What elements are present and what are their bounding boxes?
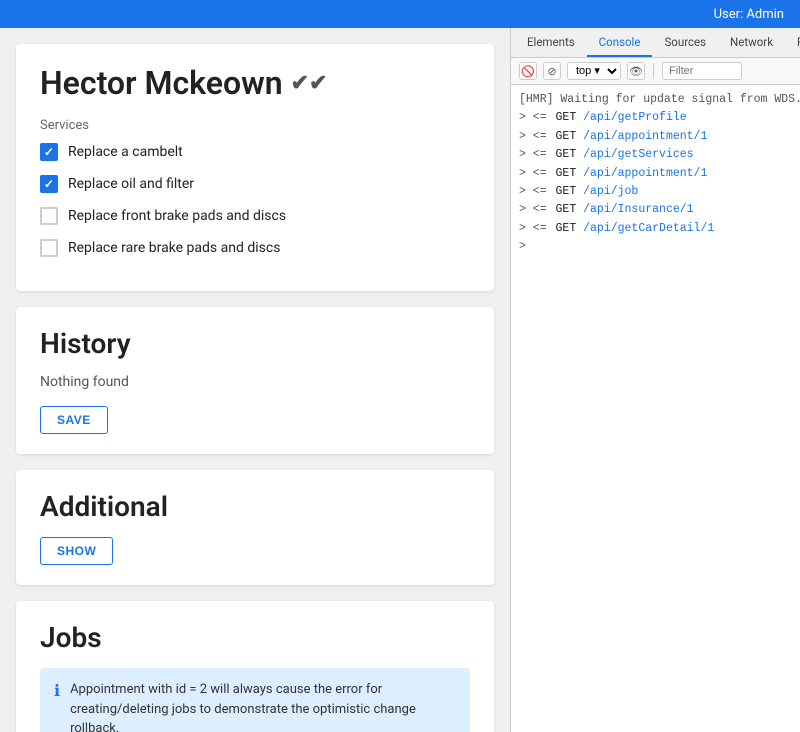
method-5: GET bbox=[556, 185, 584, 198]
context-select[interactable]: top ▾ bbox=[567, 62, 621, 80]
info-icon: ℹ bbox=[54, 681, 60, 700]
stop-icon[interactable]: ⊘ bbox=[543, 62, 561, 80]
arrow-7: > <= bbox=[519, 222, 554, 235]
checkbox-4[interactable] bbox=[40, 239, 58, 257]
method-7: GET bbox=[556, 222, 584, 235]
devtools-tabs: Elements Console Sources Network Perfor bbox=[511, 28, 800, 58]
jobs-title: Jobs bbox=[40, 621, 470, 654]
additional-title: Additional bbox=[40, 490, 470, 523]
checkbox-item-4[interactable]: Replace rare brake pads and discs bbox=[40, 239, 470, 257]
arrow-4: > <= bbox=[519, 167, 554, 180]
console-line-4: > <= GET /api/appointment/1 bbox=[519, 165, 792, 183]
console-line-7: > <= GET /api/getCarDetail/1 bbox=[519, 220, 792, 238]
tab-elements-label: Elements bbox=[527, 35, 575, 49]
arrow-6: > <= bbox=[519, 203, 554, 216]
hmr-text: [HMR] Waiting for update signal from WDS… bbox=[519, 93, 800, 106]
console-line-3: > <= GET /api/getServices bbox=[519, 146, 792, 164]
arrow-5: > <= bbox=[519, 185, 554, 198]
url-2: /api/appointment/1 bbox=[583, 130, 707, 143]
tab-elements[interactable]: Elements bbox=[515, 28, 587, 57]
checkbox-label-2: Replace oil and filter bbox=[68, 176, 194, 192]
clear-console-icon[interactable]: 🚫 bbox=[519, 62, 537, 80]
services-card-title: Hector Mckeown ✔✔ bbox=[40, 64, 470, 102]
console-line-6: > <= GET /api/Insurance/1 bbox=[519, 201, 792, 219]
console-prompt-line: > bbox=[519, 238, 792, 256]
save-button[interactable]: SAVE bbox=[40, 406, 108, 434]
url-3: /api/getServices bbox=[583, 148, 693, 161]
additional-card: Additional SHOW bbox=[16, 470, 494, 585]
top-bar: User: Admin bbox=[0, 0, 800, 28]
devtools-panel: Elements Console Sources Network Perfor … bbox=[510, 28, 800, 732]
tab-performance[interactable]: Perfor bbox=[785, 28, 800, 57]
console-line-2: > <= GET /api/appointment/1 bbox=[519, 128, 792, 146]
user-label: User: Admin bbox=[714, 7, 784, 22]
console-line-5: > <= GET /api/job bbox=[519, 183, 792, 201]
checkbox-item-1[interactable]: Replace a cambelt bbox=[40, 143, 470, 161]
url-7: /api/getCarDetail/1 bbox=[583, 222, 714, 235]
devtools-toolbar: 🚫 ⊘ top ▾ 👁 bbox=[511, 58, 800, 85]
method-4: GET bbox=[556, 167, 584, 180]
checkbox-item-3[interactable]: Replace front brake pads and discs bbox=[40, 207, 470, 225]
toolbar-separator bbox=[653, 63, 654, 79]
checkbox-3[interactable] bbox=[40, 207, 58, 225]
services-section-label: Services bbox=[40, 118, 470, 133]
url-6: /api/Insurance/1 bbox=[583, 203, 693, 216]
history-title: History bbox=[40, 327, 470, 360]
tab-console-label: Console bbox=[599, 35, 641, 49]
url-5: /api/job bbox=[583, 185, 638, 198]
url-4: /api/appointment/1 bbox=[583, 167, 707, 180]
checkbox-label-1: Replace a cambelt bbox=[68, 144, 183, 160]
left-panel: Hector Mckeown ✔✔ Services Replace a cam… bbox=[0, 28, 510, 732]
eye-icon[interactable]: 👁 bbox=[627, 62, 645, 80]
jobs-info-box: ℹ Appointment with id = 2 will always ca… bbox=[40, 668, 470, 732]
console-output: [HMR] Waiting for update signal from WDS… bbox=[511, 85, 800, 732]
history-empty-text: Nothing found bbox=[40, 374, 470, 390]
checkbox-label-4: Replace rare brake pads and discs bbox=[68, 240, 280, 256]
console-filter-input[interactable] bbox=[662, 62, 742, 80]
tab-sources[interactable]: Sources bbox=[652, 28, 718, 57]
method-1: GET bbox=[556, 111, 584, 124]
checkbox-2[interactable] bbox=[40, 175, 58, 193]
console-prompt: > bbox=[519, 240, 526, 253]
patient-name: Hector Mckeown bbox=[40, 64, 283, 102]
tab-sources-label: Sources bbox=[664, 35, 706, 49]
jobs-card: Jobs ℹ Appointment with id = 2 will alwa… bbox=[16, 601, 494, 732]
checkbox-item-2[interactable]: Replace oil and filter bbox=[40, 175, 470, 193]
tab-network[interactable]: Network bbox=[718, 28, 785, 57]
console-line-1: > <= GET /api/getProfile bbox=[519, 109, 792, 127]
method-2: GET bbox=[556, 130, 584, 143]
checkbox-1[interactable] bbox=[40, 143, 58, 161]
arrow-2: > <= bbox=[519, 130, 554, 143]
method-6: GET bbox=[556, 203, 584, 216]
tab-network-label: Network bbox=[730, 35, 773, 49]
show-button[interactable]: SHOW bbox=[40, 537, 113, 565]
arrow-1: > <= bbox=[519, 111, 554, 124]
checkbox-label-3: Replace front brake pads and discs bbox=[68, 208, 286, 224]
double-check-icon: ✔✔ bbox=[291, 71, 328, 96]
history-card: History Nothing found SAVE bbox=[16, 307, 494, 454]
method-3: GET bbox=[556, 148, 584, 161]
tab-console[interactable]: Console bbox=[587, 28, 653, 57]
url-1: /api/getProfile bbox=[583, 111, 687, 124]
console-line-hmr: [HMR] Waiting for update signal from WDS… bbox=[519, 91, 792, 109]
jobs-info-text: Appointment with id = 2 will always caus… bbox=[70, 680, 456, 732]
main-layout: Hector Mckeown ✔✔ Services Replace a cam… bbox=[0, 28, 800, 732]
arrow-3: > <= bbox=[519, 148, 554, 161]
services-card: Hector Mckeown ✔✔ Services Replace a cam… bbox=[16, 44, 494, 291]
